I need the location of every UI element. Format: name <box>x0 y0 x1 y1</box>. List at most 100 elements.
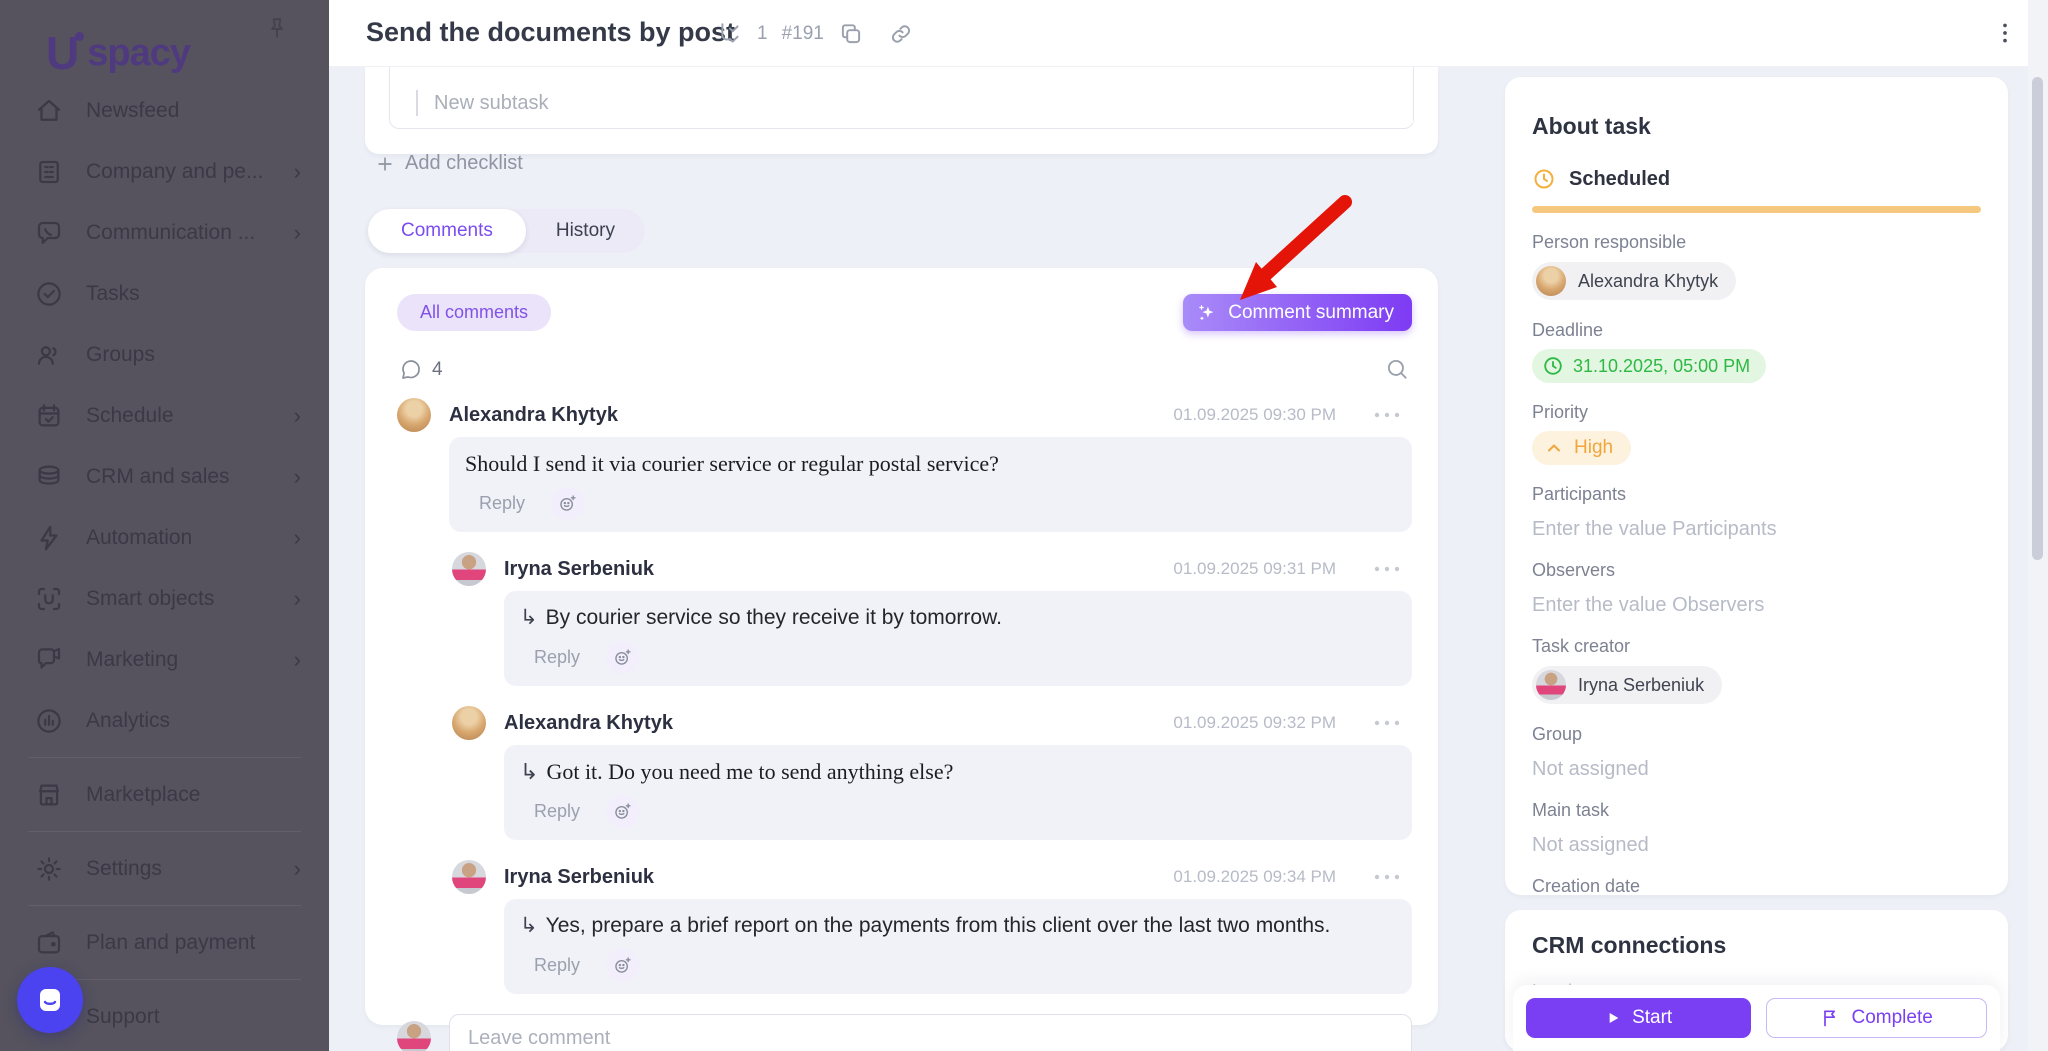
comment-timestamp: 01.09.2025 09:34 PM <box>1173 867 1336 886</box>
smart-object-icon <box>34 584 64 614</box>
search-icon[interactable] <box>1384 356 1410 382</box>
new-subtask-input[interactable] <box>434 83 1413 123</box>
sidebar-divider <box>28 831 301 832</box>
reply-arrow-icon: ↳ <box>520 914 538 937</box>
sidebar-item-company[interactable]: Company and pe... › <box>0 141 329 202</box>
sidebar-item-groups[interactable]: Groups <box>0 324 329 385</box>
support-chat-button[interactable] <box>17 967 83 1033</box>
sidebar-item-marketplace[interactable]: Marketplace <box>0 764 329 825</box>
deadline-value[interactable]: 31.10.2025, 05:00 PM <box>1532 349 1767 383</box>
reply-button[interactable]: Reply <box>534 801 580 822</box>
add-reaction-icon[interactable] <box>606 641 640 674</box>
participants-placeholder[interactable]: Enter the value Participants <box>1532 518 1981 541</box>
add-reaction-icon[interactable] <box>551 487 585 520</box>
sidebar-item-crm[interactable]: CRM and sales › <box>0 446 329 507</box>
comment-author: Alexandra Khytyk <box>504 712 673 734</box>
play-icon <box>1605 1010 1621 1026</box>
chevron-right-icon: › <box>293 463 301 489</box>
sidebar-item-newsfeed[interactable]: Newsfeed <box>0 80 329 141</box>
person-responsible-value[interactable]: Alexandra Khytyk <box>1532 262 1737 300</box>
reply-arrow-icon: ↳ <box>520 606 538 629</box>
comments-history-tabs: Comments History <box>368 209 645 253</box>
sidebar-divider <box>28 905 301 906</box>
task-status[interactable]: Scheduled <box>1532 167 1981 191</box>
task-id[interactable]: #191 <box>782 23 824 45</box>
field-deadline: Deadline 31.10.2025, 05:00 PM <box>1532 320 1981 383</box>
avatar <box>452 860 486 894</box>
page-scrollbar-thumb[interactable] <box>2032 77 2043 560</box>
comment-menu-icon[interactable] <box>1372 867 1402 887</box>
about-task-panel: About task Scheduled Person responsible … <box>1505 77 2008 895</box>
task-actions-bar: Start Complete <box>1513 985 2000 1051</box>
storefront-icon <box>34 780 64 810</box>
comment-author: Iryna Serbeniuk <box>504 558 655 580</box>
page-scrollbar <box>2028 0 2048 1051</box>
link-icon[interactable] <box>888 21 914 47</box>
add-checklist-button[interactable]: Add checklist <box>375 152 523 175</box>
leave-comment-input[interactable] <box>449 1014 1412 1051</box>
comment-menu-icon[interactable] <box>1372 405 1402 425</box>
sidebar-item-automation[interactable]: Automation › <box>0 507 329 568</box>
comments-count-row: 4 <box>399 358 1412 382</box>
copy-icon[interactable] <box>838 21 864 47</box>
tab-history[interactable]: History <box>526 209 645 253</box>
comments-panel: All comments Comment summary 4 Alexandra… <box>365 268 1438 1051</box>
tab-comments[interactable]: Comments <box>368 209 526 253</box>
chevron-right-icon: › <box>293 524 301 550</box>
brand-logo-dot <box>75 32 85 41</box>
plus-icon <box>375 154 395 174</box>
complete-button[interactable]: Complete <box>1766 998 1987 1038</box>
new-subtask-field[interactable] <box>389 67 1414 129</box>
comment-timestamp: 01.09.2025 09:30 PM <box>1173 405 1336 424</box>
leave-comment-row <box>397 1014 1412 1051</box>
chevron-right-icon: › <box>293 585 301 611</box>
field-creation-date: Creation date 01.09.2025, 09:27 PM <box>1532 876 1641 895</box>
more-menu-icon[interactable] <box>1992 20 2018 48</box>
database-icon <box>34 462 64 492</box>
avatar <box>397 1021 431 1051</box>
sidebar-item-smart-objects[interactable]: Smart objects › <box>0 568 329 629</box>
priority-value[interactable]: High <box>1532 431 1632 465</box>
chevron-right-icon: › <box>293 219 301 245</box>
deadline-clock-icon <box>1542 355 1564 377</box>
task-creator-value[interactable]: Iryna Serbeniuk <box>1532 666 1723 704</box>
sidebar-item-marketing[interactable]: Marketing › <box>0 629 329 690</box>
main-task-value[interactable]: Not assigned <box>1532 834 1981 857</box>
chevron-right-icon: › <box>293 158 301 184</box>
comment-bubble: ↳ Got it. Do you need me to send anything… <box>504 745 1412 840</box>
field-person-responsible: Person responsible Alexandra Khytyk <box>1532 232 1981 301</box>
sidebar-item-settings[interactable]: Settings › <box>0 838 329 899</box>
add-reaction-icon[interactable] <box>606 949 640 982</box>
reply-button[interactable]: Reply <box>534 955 580 976</box>
field-group: Group Not assigned <box>1532 724 1981 781</box>
group-value[interactable]: Not assigned <box>1532 758 1981 781</box>
add-reaction-icon[interactable] <box>606 795 640 828</box>
pin-sidebar-icon[interactable] <box>264 16 290 42</box>
sidebar-item-schedule[interactable]: Schedule › <box>0 385 329 446</box>
comment-menu-icon[interactable] <box>1372 559 1402 579</box>
sidebar-item-communication[interactable]: Communication ... › <box>0 202 329 263</box>
comment-bubble: ↳ Yes, prepare a brief report on the paym… <box>504 899 1412 994</box>
observers-placeholder[interactable]: Enter the value Observers <box>1532 594 1981 617</box>
analytics-icon <box>34 706 64 736</box>
comment-item: Iryna Serbeniuk 01.09.2025 09:34 PM ↳ Yes… <box>397 860 1412 994</box>
start-button[interactable]: Start <box>1526 998 1752 1038</box>
comment-author: Alexandra Khytyk <box>449 404 618 426</box>
avatar <box>1536 670 1566 700</box>
comment-summary-button[interactable]: Comment summary <box>1183 294 1412 331</box>
reply-button[interactable]: Reply <box>479 493 525 514</box>
sidebar-item-plan-payment[interactable]: Plan and payment <box>0 912 329 973</box>
task-title: Send the documents by post <box>366 17 736 47</box>
sidebar-item-tasks[interactable]: Tasks <box>0 263 329 324</box>
all-comments-filter[interactable]: All comments <box>397 294 552 331</box>
about-task-title: About task <box>1532 113 1651 139</box>
avatar <box>397 398 431 432</box>
wallet-icon <box>34 928 64 958</box>
field-participants: Participants Enter the value Participant… <box>1532 484 1981 541</box>
reply-button[interactable]: Reply <box>534 647 580 668</box>
comment-menu-icon[interactable] <box>1372 713 1402 733</box>
comment-text: ↳ By courier service so they receive it b… <box>520 606 1002 629</box>
sidebar-item-analytics[interactable]: Analytics <box>0 690 329 751</box>
avatar <box>1536 266 1566 296</box>
subtasks-icon[interactable] <box>717 21 743 47</box>
